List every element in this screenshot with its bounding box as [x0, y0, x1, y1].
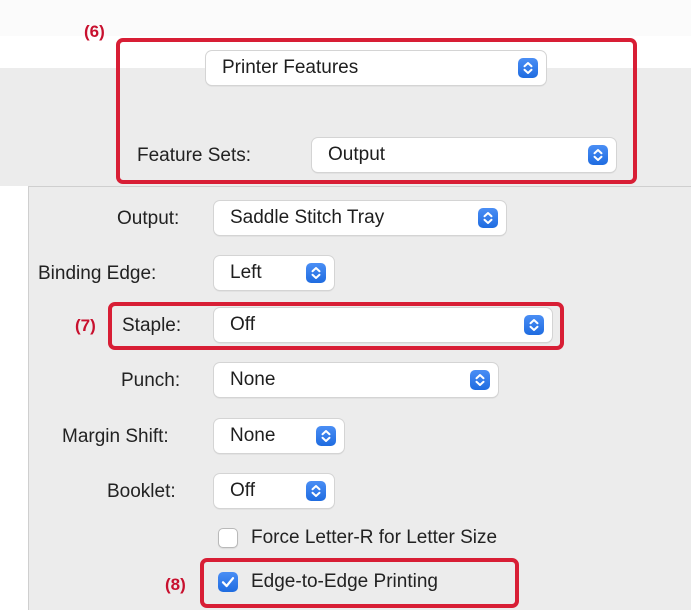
- annotation-step-6: (6): [84, 22, 105, 41]
- binding-edge-value: Left: [230, 262, 262, 283]
- chevron-up-down-icon: [478, 208, 498, 228]
- annotation-step-7: (7): [75, 316, 96, 335]
- panel-select-value: Printer Features: [222, 57, 359, 78]
- checkmark-icon: [221, 577, 235, 588]
- chevron-up-down-icon: [316, 426, 336, 446]
- booklet-label: Booklet:: [107, 481, 176, 502]
- margin-shift-popup[interactable]: None: [214, 419, 344, 453]
- chevron-up-down-icon: [470, 370, 490, 390]
- panel-select-popup[interactable]: Printer Features: [206, 51, 546, 85]
- force-letter-r-checkbox[interactable]: [218, 528, 238, 548]
- punch-value: None: [230, 369, 276, 390]
- staple-popup[interactable]: Off: [214, 308, 552, 342]
- output-label: Output:: [117, 208, 180, 229]
- chevron-up-down-icon: [306, 481, 326, 501]
- annotation-step-8: (8): [165, 575, 186, 594]
- edge-to-edge-row[interactable]: Edge-to-Edge Printing: [218, 568, 508, 596]
- chevron-up-down-icon: [524, 315, 544, 335]
- punch-label: Punch:: [121, 370, 181, 391]
- staple-value: Off: [230, 314, 255, 335]
- chevron-up-down-icon: [518, 58, 538, 78]
- feature-sets-value: Output: [328, 144, 386, 165]
- booklet-popup[interactable]: Off: [214, 474, 334, 508]
- punch-popup[interactable]: None: [214, 363, 498, 397]
- booklet-value: Off: [230, 480, 255, 501]
- margin-shift-value: None: [230, 425, 276, 446]
- force-letter-r-row[interactable]: Force Letter-R for Letter Size: [218, 524, 578, 552]
- feature-sets-popup[interactable]: Output: [312, 138, 616, 172]
- edge-to-edge-label: Edge-to-Edge Printing: [251, 571, 438, 592]
- output-popup[interactable]: Saddle Stitch Tray: [214, 201, 506, 235]
- margin-shift-label: Margin Shift:: [62, 426, 169, 447]
- binding-edge-popup[interactable]: Left: [214, 256, 334, 290]
- staple-label: Staple:: [122, 315, 182, 336]
- feature-sets-label: Feature Sets:: [137, 145, 252, 166]
- chevron-up-down-icon: [306, 263, 326, 283]
- output-value: Saddle Stitch Tray: [230, 207, 385, 228]
- binding-edge-label: Binding Edge:: [38, 263, 157, 284]
- edge-to-edge-checkbox[interactable]: [218, 572, 238, 592]
- force-letter-r-label: Force Letter-R for Letter Size: [251, 527, 498, 548]
- chevron-up-down-icon: [588, 145, 608, 165]
